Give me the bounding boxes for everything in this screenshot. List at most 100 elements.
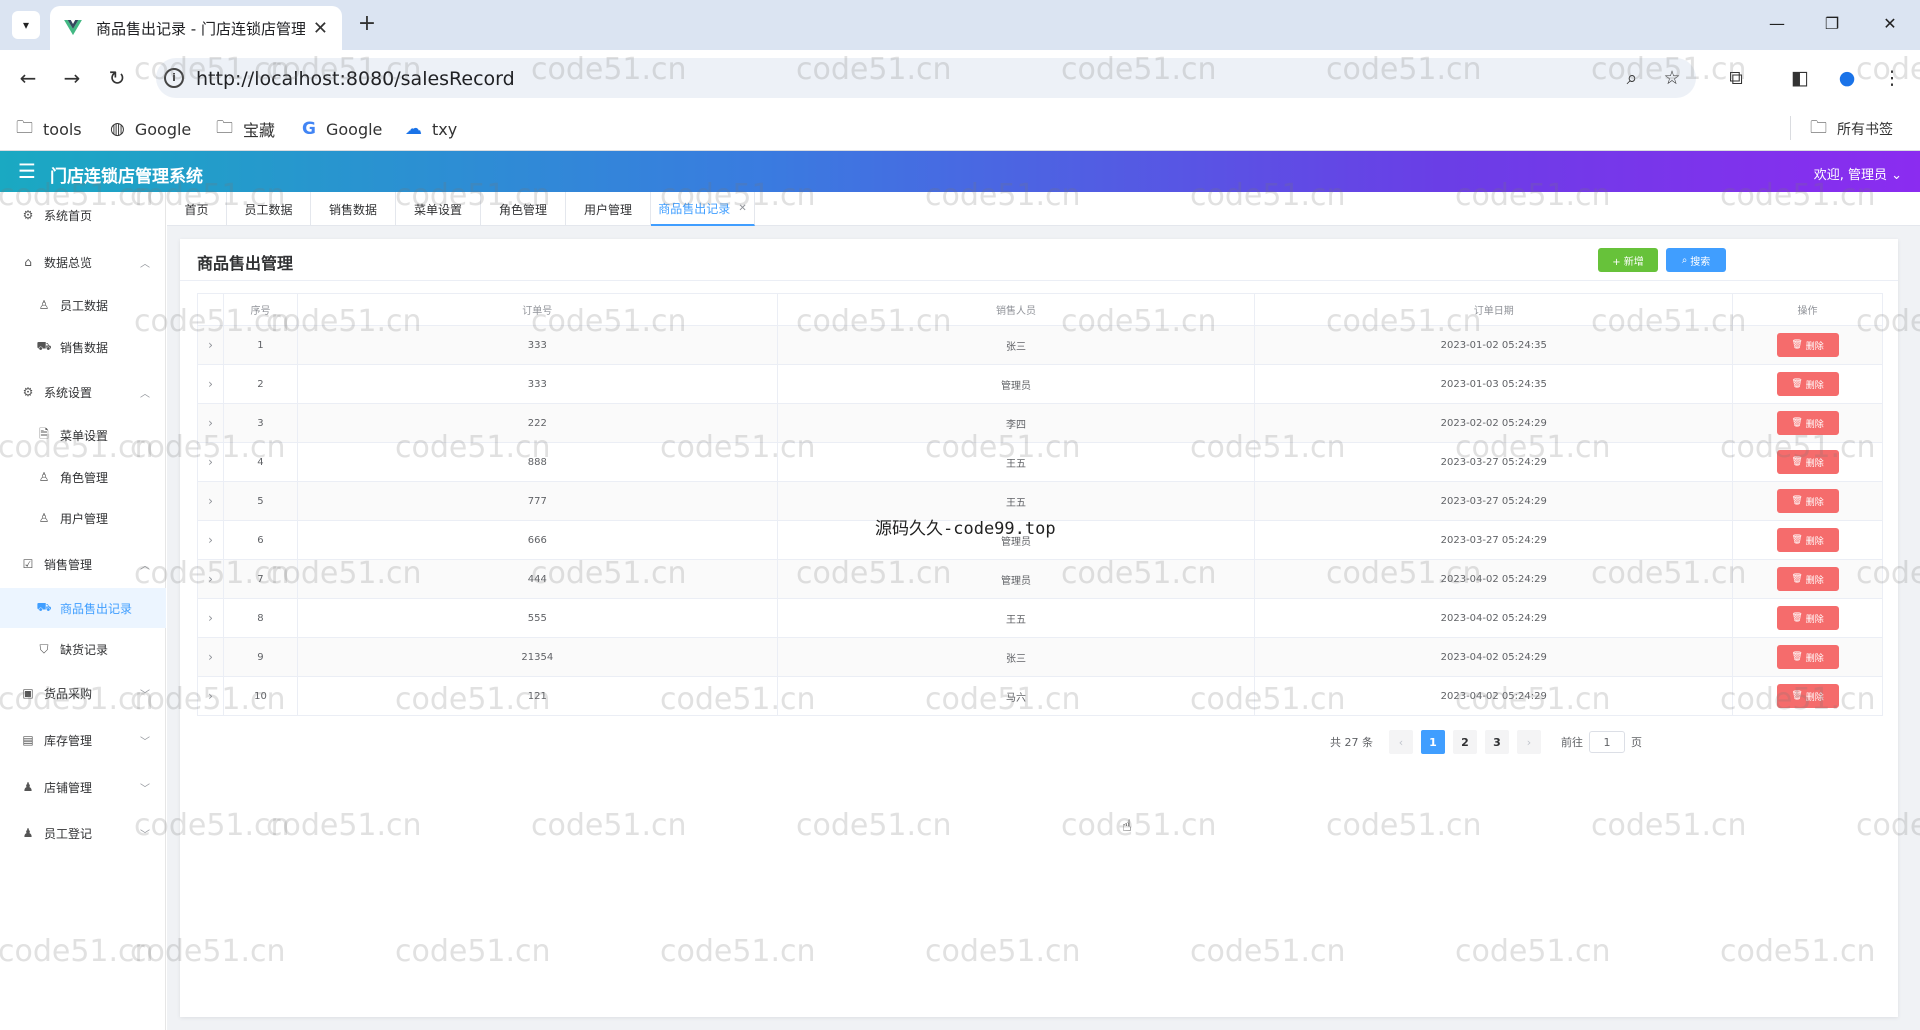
delete-button[interactable]: 🗑 删除 xyxy=(1776,372,1839,396)
delete-button[interactable]: 🗑 删除 xyxy=(1776,528,1839,552)
delete-button[interactable]: 🗑 删除 xyxy=(1776,450,1839,474)
tag-close-icon[interactable]: ✕ xyxy=(738,203,746,214)
table-row: › 10 121 马六 2023-04-02 05:24:29 🗑 删除 xyxy=(198,677,1883,716)
expand-row-icon[interactable]: › xyxy=(198,404,224,442)
tab-search-button[interactable]: ▾ xyxy=(12,11,40,39)
page-2[interactable]: 2 xyxy=(1453,730,1477,754)
tag-home[interactable]: 首页 xyxy=(167,192,227,226)
trash-icon: 🗑 xyxy=(1791,652,1803,662)
expand-column-header xyxy=(198,294,224,325)
profile-icon[interactable]: ● xyxy=(1835,66,1859,90)
sidebar-item-label: 员工登记 xyxy=(44,826,93,841)
tag-user-management[interactable]: 用户管理 xyxy=(566,192,651,226)
tab-close-icon[interactable]: ✕ xyxy=(313,18,328,39)
sidebar-item-label: 店铺管理 xyxy=(44,780,93,795)
expand-row-icon[interactable]: › xyxy=(198,560,224,598)
tag-sales-data[interactable]: 销售数据 xyxy=(311,192,396,226)
sidebar-item-role-management[interactable]: ♙ 角色管理 xyxy=(0,457,166,497)
cell-date: 2023-01-03 05:24:35 xyxy=(1255,365,1734,403)
expand-row-icon[interactable]: › xyxy=(198,521,224,559)
cell-index: 10 xyxy=(224,677,298,715)
delete-button[interactable]: 🗑 删除 xyxy=(1776,606,1839,630)
expand-row-icon[interactable]: › xyxy=(198,326,224,364)
bookmark-txy[interactable]: ☁ txy xyxy=(405,116,457,142)
sidebar-item-menu-settings[interactable]: 🗎 菜单设置 xyxy=(0,415,166,455)
pagination-total: 共 27 条 xyxy=(1330,736,1373,749)
page-3[interactable]: 3 xyxy=(1485,730,1509,754)
prev-page-icon[interactable]: ‹ xyxy=(1389,730,1413,754)
extensions-icon[interactable]: ⧉ xyxy=(1724,66,1748,90)
restore-icon[interactable]: ❐ xyxy=(1820,12,1844,36)
reload-icon[interactable]: ↻ xyxy=(103,64,131,92)
cell-date: 2023-04-02 05:24:29 xyxy=(1255,677,1734,715)
cell-date: 2023-04-02 05:24:29 xyxy=(1255,560,1734,598)
cell-actions: 🗑 删除 xyxy=(1733,443,1883,481)
sidebar-item-inventory[interactable]: ▤ 库存管理 ﹀ xyxy=(0,720,166,760)
bookmark-label: 宝藏 xyxy=(243,121,276,140)
column-header-order: 订单号 xyxy=(298,294,778,325)
tag-role-management[interactable]: 角色管理 xyxy=(481,192,566,226)
cell-actions: 🗑 删除 xyxy=(1733,326,1883,364)
expand-row-icon[interactable]: › xyxy=(198,599,224,637)
all-bookmarks-label: 所有书签 xyxy=(1837,122,1893,138)
all-bookmarks[interactable]: 🗀 所有书签 xyxy=(1810,116,1893,142)
expand-row-icon[interactable]: › xyxy=(198,677,224,715)
delete-button[interactable]: 🗑 删除 xyxy=(1776,333,1839,357)
bag-icon: ⛉ xyxy=(39,641,49,656)
back-icon[interactable]: ← xyxy=(14,64,42,92)
sidebar-item-sales-management[interactable]: ☑ 销售管理 ︿ xyxy=(0,544,166,584)
url-text[interactable]: http://localhost:8080/salesRecord xyxy=(196,68,515,90)
expand-row-icon[interactable]: › xyxy=(198,638,224,676)
sidebar-item-purchasing[interactable]: ▣ 货品采购 ﹀ xyxy=(0,673,166,713)
add-button[interactable]: + 新增 xyxy=(1598,248,1658,272)
cell-order: 121 xyxy=(298,677,778,715)
sidebar-item-system-settings[interactable]: ⚙ 系统设置 ︿ xyxy=(0,372,166,412)
tag-menu-settings[interactable]: 菜单设置 xyxy=(396,192,481,226)
sidebar-item-sales-record[interactable]: ⛟ 商品售出记录 xyxy=(0,588,166,628)
expand-row-icon[interactable]: › xyxy=(198,482,224,520)
sidebar-item-label: 系统设置 xyxy=(44,385,93,400)
browser-toolbar: ← → ↻ i http://localhost:8080/salesRecor… xyxy=(0,50,1920,106)
window-close-icon[interactable]: ✕ xyxy=(1878,12,1902,36)
user-dropdown[interactable]: 欢迎, 管理员 ⌄ xyxy=(1814,164,1902,183)
expand-row-icon[interactable]: › xyxy=(198,365,224,403)
browser-tab-active[interactable]: 商品售出记录 - 门店连锁店管理 ✕ xyxy=(50,6,342,50)
new-tab-button[interactable]: + xyxy=(352,10,382,40)
hamburger-menu-icon[interactable]: ☰ xyxy=(18,159,36,183)
expand-row-icon[interactable]: › xyxy=(198,443,224,481)
bookmark-baozang[interactable]: 🗀 宝藏 xyxy=(216,116,275,142)
sidebar-item-data-overview[interactable]: ⌂ 数据总览 ︿ xyxy=(0,242,166,282)
star-icon[interactable]: ☆ xyxy=(1660,66,1684,90)
tag-label: 员工数据 xyxy=(244,202,293,217)
cell-order: 21354 xyxy=(298,638,778,676)
delete-button[interactable]: 🗑 删除 xyxy=(1776,489,1839,513)
bookmark-google-2[interactable]: G Google xyxy=(302,116,382,142)
sidebar-item-home[interactable]: ⚙ 系统首页 xyxy=(0,195,166,235)
zoom-icon[interactable]: ⌕ xyxy=(1620,66,1644,90)
bookmark-tools[interactable]: 🗀 tools xyxy=(16,116,82,142)
cell-index: 6 xyxy=(224,521,298,559)
sidebar-item-user-management[interactable]: ♙ 用户管理 xyxy=(0,498,166,538)
page-1[interactable]: 1 xyxy=(1421,730,1445,754)
delete-button[interactable]: 🗑 删除 xyxy=(1776,411,1839,435)
site-info-icon[interactable]: i xyxy=(164,68,184,88)
delete-button[interactable]: 🗑 删除 xyxy=(1776,645,1839,669)
delete-button[interactable]: 🗑 删除 xyxy=(1776,567,1839,591)
tag-sales-record[interactable]: 商品售出记录 ✕ xyxy=(651,192,755,226)
sidebar-item-sales-data[interactable]: ⛟ 销售数据 xyxy=(0,327,166,367)
menu-dots-icon[interactable]: ⋮ xyxy=(1880,66,1904,90)
bookmark-google[interactable]: ◍ Google xyxy=(110,116,191,142)
sidebar-item-employee-data[interactable]: ♙ 员工数据 xyxy=(0,285,166,325)
sidebar-item-employee-registration[interactable]: ♟ 员工登记 ﹀ xyxy=(0,813,166,853)
side-panel-icon[interactable]: ◧ xyxy=(1788,66,1812,90)
minimize-icon[interactable]: — xyxy=(1765,12,1789,36)
sidebar-item-store-management[interactable]: ♟ 店铺管理 ﹀ xyxy=(0,767,166,807)
next-page-icon[interactable]: › xyxy=(1517,730,1541,754)
tag-employee-data[interactable]: 员工数据 xyxy=(227,192,311,226)
forward-icon[interactable]: → xyxy=(58,64,86,92)
goto-page-input[interactable]: 1 xyxy=(1589,731,1625,753)
sidebar-item-out-of-stock[interactable]: ⛉ 缺货记录 xyxy=(0,629,166,669)
search-button[interactable]: ⌕ 搜索 xyxy=(1666,248,1726,272)
delete-button[interactable]: 🗑 删除 xyxy=(1776,684,1839,708)
tab-title: 商品售出记录 - 门店连锁店管理 xyxy=(96,19,305,38)
